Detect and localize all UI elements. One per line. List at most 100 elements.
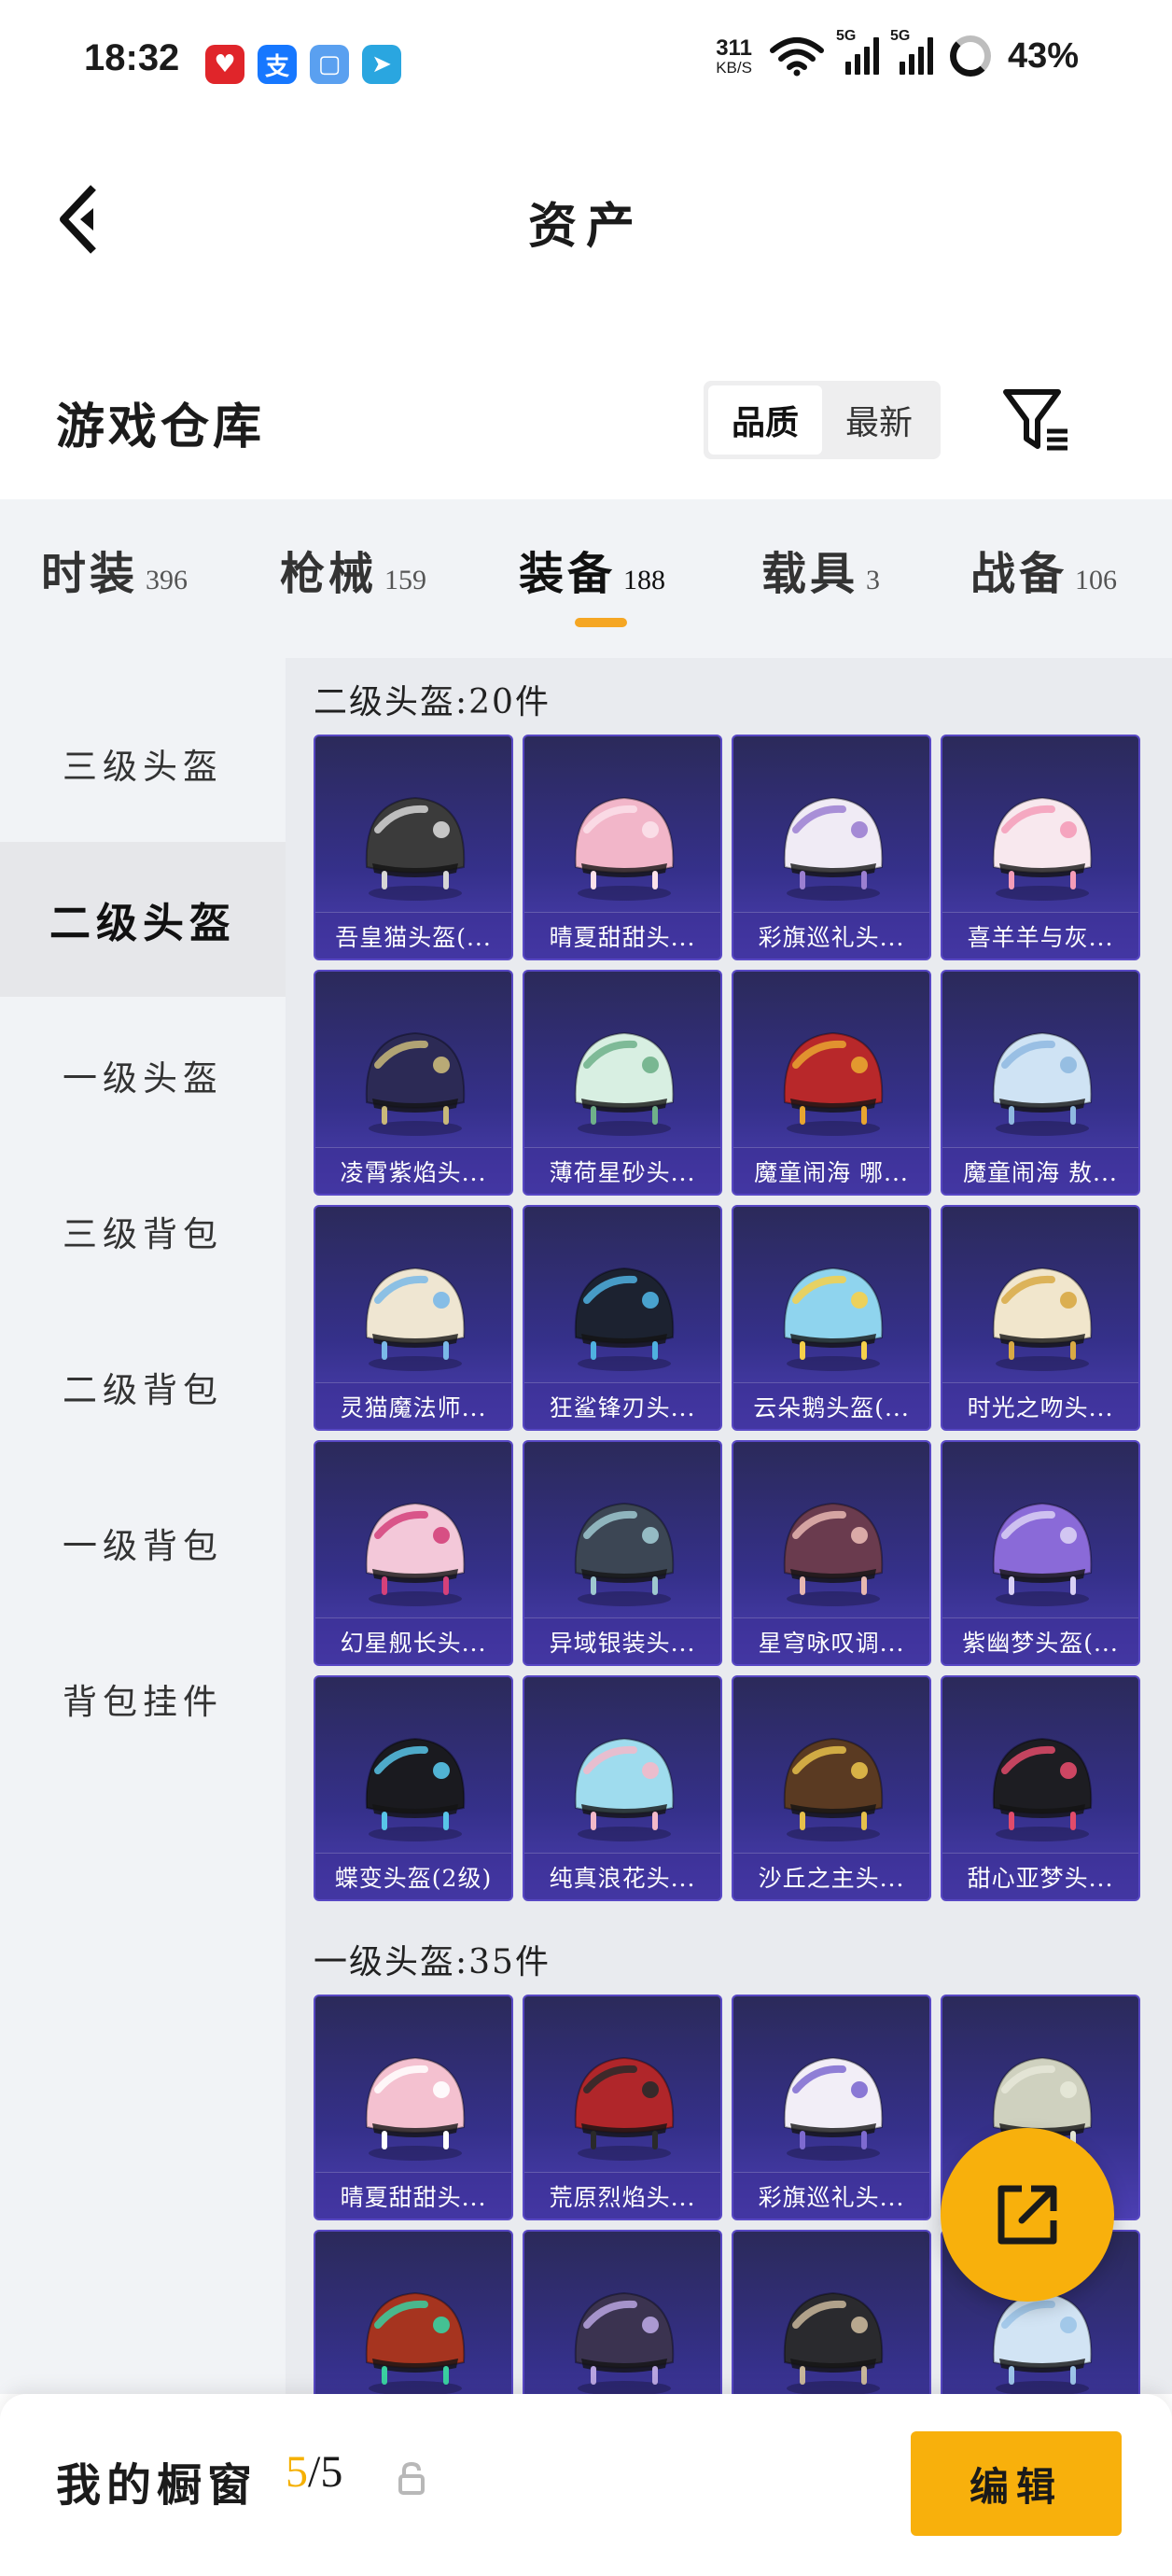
- network-speed-value: 311: [716, 35, 752, 61]
- item-card-label: 灵猫魔法师...: [315, 1382, 511, 1429]
- item-card-label: 幻星舰长头...: [315, 1617, 511, 1664]
- helmet-icon: [574, 1502, 675, 1606]
- tab-0[interactable]: 时装 396: [41, 537, 188, 602]
- sidebar-item-2[interactable]: 一级头盔: [0, 998, 286, 1153]
- item-card[interactable]: [732, 2230, 931, 2394]
- helmet-icon: [365, 796, 466, 901]
- helmet-icon: [992, 1267, 1093, 1371]
- item-card[interactable]: 沙丘之主头...: [732, 1675, 931, 1901]
- item-card[interactable]: 彩旗巡礼头...: [732, 735, 931, 960]
- status-bar: 18:32 ♥ 支 ▢ ➤ 311 KB/S 5G 5G 43%: [0, 0, 1172, 131]
- item-card[interactable]: 云朵鹅头盔(...: [732, 1205, 931, 1431]
- item-card[interactable]: 时光之吻头...: [941, 1205, 1140, 1431]
- filter-button[interactable]: [998, 383, 1073, 457]
- helmet-icon: [365, 1737, 466, 1841]
- helmet-icon: [783, 1737, 884, 1841]
- item-card[interactable]: 魔童闹海 敖...: [941, 970, 1140, 1196]
- item-card[interactable]: 彩旗巡礼头...: [732, 1995, 931, 2220]
- item-card[interactable]: [314, 2230, 513, 2394]
- tab-4[interactable]: 战备 106: [970, 537, 1117, 602]
- item-card[interactable]: 狂鲨锋刃头...: [523, 1205, 722, 1431]
- item-card-label: 纯真浪花头...: [524, 1853, 720, 1899]
- sidebar-item-6[interactable]: 背包挂件: [0, 1621, 286, 1776]
- alipay-icon: 支: [258, 45, 297, 84]
- notification-icons: ♥ 支 ▢ ➤: [205, 45, 401, 84]
- helmet-icon: [574, 1737, 675, 1841]
- page-title: 资产: [527, 198, 644, 255]
- item-card-label: 喜羊羊与灰...: [942, 912, 1138, 959]
- item-card[interactable]: 荒原烈焰头...: [523, 1995, 722, 2220]
- item-card-label: 魔童闹海 哪...: [733, 1147, 929, 1194]
- tab-count: 396: [146, 565, 188, 595]
- helmet-icon: [574, 796, 675, 901]
- helmet-icon: [365, 2056, 466, 2161]
- subcategory-sidebar: 三级头盔 二级头盔 一级头盔 三级背包 二级背包 一级背包 背包挂件: [0, 658, 286, 2394]
- item-card[interactable]: 喜羊羊与灰...: [941, 735, 1140, 960]
- item-card-label: 魔童闹海 敖...: [942, 1147, 1138, 1194]
- sidebar-item-1[interactable]: 二级头盔: [0, 842, 286, 997]
- tab-count: 106: [1075, 565, 1118, 595]
- battery-icon: [949, 35, 991, 77]
- tab-1[interactable]: 枪械 159: [280, 537, 426, 602]
- category-tabs: 时装 396 枪械 159 装备 188 载具 3 战备 106: [0, 499, 1172, 658]
- share-button[interactable]: [941, 2128, 1114, 2302]
- tab-count: 3: [866, 565, 881, 595]
- lock-icon: [398, 2461, 425, 2495]
- tab-2[interactable]: 装备 188: [519, 537, 665, 602]
- item-card-label: 异域银装头...: [524, 1617, 720, 1664]
- item-card[interactable]: [523, 2230, 722, 2394]
- warehouse-header: 游戏仓库 品质 最新: [0, 364, 1172, 476]
- item-card[interactable]: 魔童闹海 哪...: [732, 970, 931, 1196]
- sort-option-1[interactable]: 最新: [822, 385, 936, 455]
- sidebar-item-0[interactable]: 三级头盔: [0, 686, 286, 841]
- item-card-label: 彩旗巡礼头...: [733, 912, 929, 959]
- battery-level: 43%: [1007, 35, 1079, 76]
- tab-3[interactable]: 载具 3: [761, 537, 880, 602]
- helmet-icon: [574, 2291, 675, 2394]
- helmet-icon: [783, 1031, 884, 1136]
- sort-option-0[interactable]: 品质: [708, 385, 822, 455]
- tab-label: 载具: [761, 548, 859, 600]
- item-card[interactable]: 吾皇猫头盔(...: [314, 735, 513, 960]
- item-card[interactable]: 紫幽梦头盔(...: [941, 1440, 1140, 1666]
- item-card-label: 凌霄紫焰头...: [315, 1147, 511, 1194]
- item-card[interactable]: 晴夏甜甜头...: [314, 1995, 513, 2220]
- item-card[interactable]: 甜心亚梦头...: [941, 1675, 1140, 1901]
- sidebar-item-3[interactable]: 三级背包: [0, 1154, 286, 1309]
- status-indicators: 311 KB/S 5G 5G 43%: [716, 28, 1079, 77]
- item-card[interactable]: 灵猫魔法师...: [314, 1205, 513, 1431]
- item-card[interactable]: 晴夏甜甜头...: [523, 735, 722, 960]
- helmet-icon: [574, 2056, 675, 2161]
- helmet-icon: [365, 1267, 466, 1371]
- item-card-label: 薄荷星砂头...: [524, 1147, 720, 1194]
- item-card[interactable]: 星穹咏叹调...: [732, 1440, 931, 1666]
- item-card[interactable]: 异域银装头...: [523, 1440, 722, 1666]
- helmet-icon: [992, 1502, 1093, 1606]
- item-card[interactable]: 蝶变头盔(2级): [314, 1675, 513, 1901]
- status-time: 18:32: [84, 37, 180, 78]
- cellular-signal-1-label: 5G: [835, 28, 857, 44]
- item-card-label: 吾皇猫头盔(...: [315, 912, 511, 959]
- item-card-label: 晴夏甜甜头...: [524, 912, 720, 959]
- cellular-signal-2-icon: 5G: [890, 28, 933, 75]
- active-tab-indicator: [575, 618, 627, 627]
- sidebar-item-5[interactable]: 一级背包: [0, 1465, 286, 1620]
- item-card-label: 狂鲨锋刃头...: [524, 1382, 720, 1429]
- item-card-label: 紫幽梦头盔(...: [942, 1617, 1138, 1664]
- page-header: 资产: [0, 140, 1172, 299]
- section-title: 一级头盔:35件: [314, 1943, 551, 1981]
- tab-label: 战备: [970, 548, 1068, 600]
- item-card[interactable]: 纯真浪花头...: [523, 1675, 722, 1901]
- item-card-label: 星穹咏叹调...: [733, 1617, 929, 1664]
- network-speed-unit: KB/S: [716, 58, 752, 77]
- edit-button[interactable]: 编辑: [911, 2431, 1122, 2536]
- item-card[interactable]: 凌霄紫焰头...: [314, 970, 513, 1196]
- sidebar-item-4[interactable]: 二级背包: [0, 1309, 286, 1464]
- item-card[interactable]: 薄荷星砂头...: [523, 970, 722, 1196]
- item-card-label: 彩旗巡礼头...: [733, 2172, 929, 2219]
- telegram-icon: ➤: [362, 45, 401, 84]
- item-card-label: 晴夏甜甜头...: [315, 2172, 511, 2219]
- tab-label: 枪械: [280, 548, 378, 600]
- item-card[interactable]: 幻星舰长头...: [314, 1440, 513, 1666]
- item-card-label: 荒原烈焰头...: [524, 2172, 720, 2219]
